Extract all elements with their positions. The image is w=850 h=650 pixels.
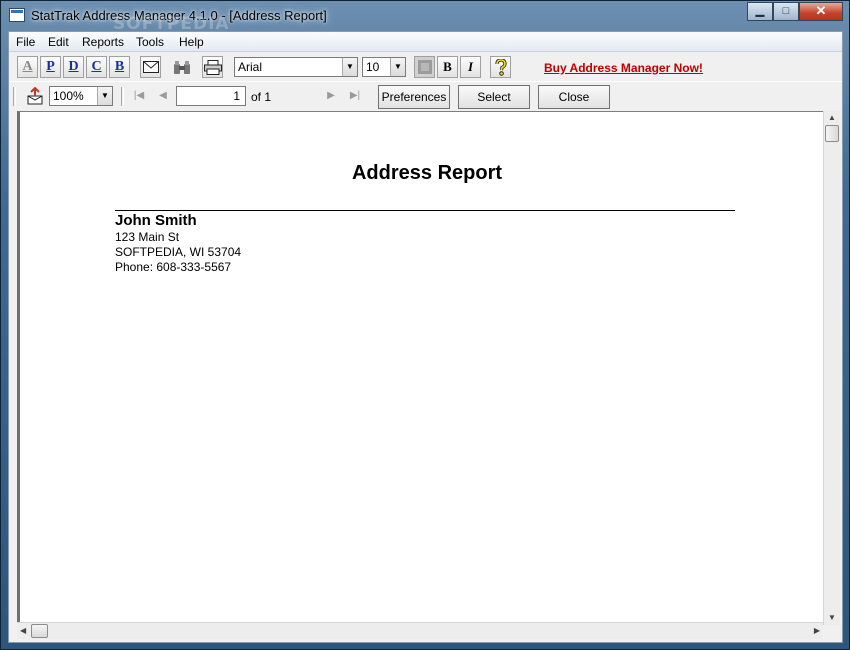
menu-edit[interactable]: Edit	[48, 35, 69, 49]
letter-d-button[interactable]: D	[63, 56, 84, 78]
scroll-down-icon[interactable]: ▼	[828, 613, 836, 622]
client-area: File Edit Reports Tools Help A P D C B A…	[8, 31, 843, 643]
chevron-down-icon[interactable]: ▼	[97, 87, 112, 105]
color-swatch-icon	[417, 60, 432, 74]
page-count-label: of 1	[251, 90, 272, 104]
letter-c-button[interactable]: C	[86, 56, 107, 78]
format-toolbar: A P D C B Arial ▼ 10 ▼ B I Buy Address M…	[9, 53, 842, 80]
menu-bar: File Edit Reports Tools Help	[9, 32, 842, 52]
email-button[interactable]	[140, 56, 161, 78]
vertical-scrollbar[interactable]: ▲ ▼	[823, 111, 840, 625]
report-title: Address Report	[351, 162, 503, 184]
italic-button[interactable]: I	[460, 56, 481, 78]
chevron-down-icon[interactable]: ▼	[390, 58, 405, 76]
menu-reports[interactable]: Reports	[82, 35, 124, 49]
select-button[interactable]: Select	[458, 85, 530, 109]
app-window: StatTrak Address Manager 4.1.0 - [Addres…	[0, 0, 850, 650]
close-report-button[interactable]: Close	[538, 85, 610, 109]
scroll-left-icon[interactable]: ◀	[20, 626, 26, 635]
contact-city: SOFTPEDIA, WI 53704	[115, 245, 242, 259]
color-button[interactable]	[414, 56, 435, 78]
bold-button[interactable]: B	[437, 56, 458, 78]
letter-p-button[interactable]: P	[40, 56, 61, 78]
help-button[interactable]	[490, 56, 511, 78]
previous-page-icon[interactable]: ◀	[155, 88, 171, 104]
toolbar-separator	[121, 87, 124, 106]
font-size-select[interactable]: 10 ▼	[362, 57, 406, 77]
envelope-icon	[142, 61, 159, 73]
report-divider	[115, 210, 735, 211]
contact-street: 123 Main St	[115, 230, 180, 244]
page-number-input[interactable]: 1	[176, 86, 246, 106]
print-button[interactable]	[202, 56, 223, 78]
toolbar-grip[interactable]	[13, 87, 16, 106]
scroll-right-icon[interactable]: ▶	[814, 626, 820, 635]
horizontal-scrollbar[interactable]: ◀ ▶	[17, 622, 823, 639]
minimize-button[interactable]: ▁	[747, 2, 773, 21]
maximize-button[interactable]: □	[773, 2, 799, 21]
scroll-up-icon[interactable]: ▲	[828, 113, 836, 122]
letter-b-button[interactable]: B	[109, 56, 130, 78]
zoom-select[interactable]: 100% ▼	[49, 86, 113, 106]
title-bar[interactable]: StatTrak Address Manager 4.1.0 - [Addres…	[1, 1, 849, 34]
report-preview-page: Address Report John Smith 123 Main St SO…	[17, 111, 835, 625]
buy-now-link[interactable]: Buy Address Manager Now!	[544, 61, 703, 75]
vertical-scroll-thumb[interactable]	[825, 125, 839, 142]
export-button[interactable]	[26, 86, 44, 105]
close-window-button[interactable]: ✕	[799, 2, 843, 21]
menu-tools[interactable]: Tools	[136, 35, 164, 49]
find-button[interactable]	[171, 56, 192, 78]
menu-help[interactable]: Help	[179, 35, 204, 49]
preview-toolbar: 100% ▼ |◀ ◀ 1 of 1 ▶ ▶| Preferences Sele…	[9, 81, 842, 109]
binoculars-icon	[173, 61, 190, 74]
first-page-icon[interactable]: |◀	[131, 88, 147, 104]
next-page-icon[interactable]: ▶	[323, 88, 339, 104]
font-value: Arial	[238, 60, 263, 74]
question-mark-icon	[494, 58, 507, 76]
zoom-value: 100%	[53, 89, 84, 103]
printer-icon	[203, 60, 222, 75]
horizontal-scroll-thumb[interactable]	[31, 624, 48, 638]
font-size-value: 10	[366, 60, 380, 74]
chevron-down-icon[interactable]: ▼	[342, 58, 357, 76]
last-page-icon[interactable]: ▶|	[347, 88, 363, 104]
preferences-button[interactable]: Preferences	[378, 85, 450, 109]
menu-file[interactable]: File	[16, 35, 35, 49]
contact-phone: Phone: 608-333-5567	[115, 260, 232, 274]
export-icon	[27, 86, 43, 105]
contact-name: John Smith	[115, 212, 197, 229]
font-select[interactable]: Arial ▼	[234, 57, 358, 77]
letter-a-button[interactable]: A	[17, 56, 38, 78]
app-icon[interactable]	[9, 8, 25, 22]
